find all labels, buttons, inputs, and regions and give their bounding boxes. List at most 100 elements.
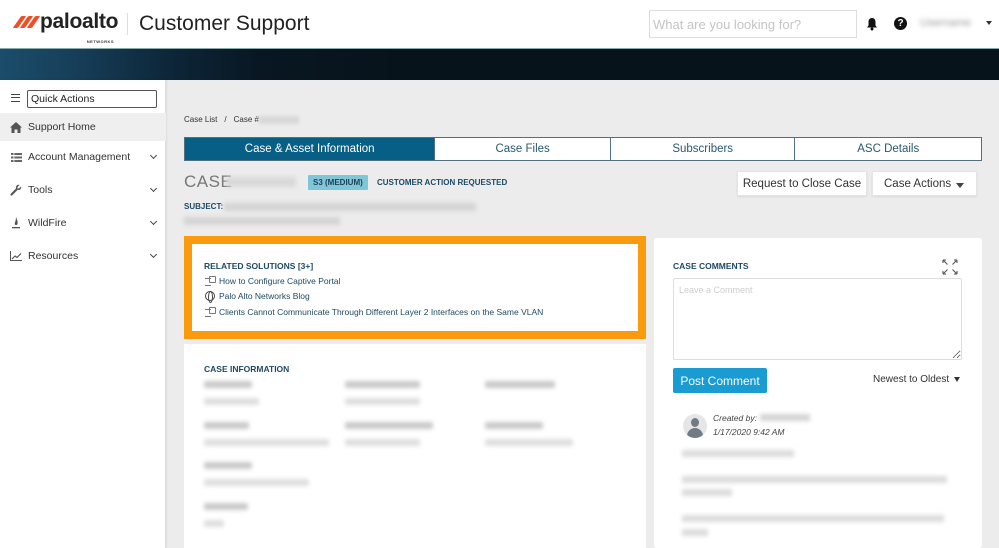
paloalto-logo[interactable]: paloalto NETWORKS [12,10,119,44]
sort-dropdown[interactable]: Newest to Oldest [873,374,961,385]
tab-case-files[interactable]: Case Files [435,138,611,160]
caret-down-icon [954,376,961,382]
top-header: paloalto NETWORKS Customer Support ? Use… [0,0,999,48]
brand-name: paloalto [40,10,119,33]
sidebar-item-wildfire[interactable]: WildFire [0,209,166,237]
severity-badge: S3 (MEDIUM) [308,175,368,190]
sidebar-item-label: Support Home [28,121,96,133]
document-icon [205,307,216,317]
redacted-comment-text [682,515,944,522]
redacted-case-number [226,177,296,187]
document-icon [205,276,216,286]
case-status: CUSTOMER ACTION REQUESTED [377,178,508,187]
globe-icon [205,291,215,303]
breadcrumb-case: Case # [233,115,259,124]
breadcrumb-separator: / [224,115,227,124]
app-title: Customer Support [139,12,310,35]
subject-label: SUBJECT: [184,202,224,211]
sort-label: Newest to Oldest [873,374,950,385]
solution-label: Palo Alto Networks Blog [219,291,310,301]
tab-subscribers[interactable]: Subscribers [611,138,796,160]
hero-banner [0,48,999,80]
wrench-icon [10,184,22,196]
redacted-field-value [204,520,224,527]
redacted-field-label [204,462,252,469]
home-icon [10,121,22,133]
redacted-field-value [204,479,309,486]
logo-mark-icon [12,16,41,28]
expand-icon[interactable] [942,259,958,275]
chevron-down-icon [149,217,158,226]
caret-down-icon [956,183,964,188]
quick-actions-input[interactable] [27,90,157,108]
redacted-author [760,414,810,421]
redacted-subject [224,203,476,211]
post-comment-button[interactable]: Post Comment [673,368,767,393]
chevron-down-icon [149,250,158,259]
redacted-field-label [204,381,252,388]
bell-icon[interactable] [865,17,879,31]
breadcrumb-case-list[interactable]: Case List [184,115,217,124]
avatar [683,414,707,438]
redacted-comment-text [682,489,732,496]
search-input[interactable] [649,10,857,38]
redacted-field-label [345,381,420,388]
sidebar: Support Home Account Management Tools Wi… [0,80,166,548]
case-comments-panel: CASE COMMENTS Post Comment Newest to Old… [654,238,982,548]
solution-link[interactable]: Clients Cannot Communicate Through Diffe… [205,307,543,317]
redacted-comment-text [682,450,794,457]
user-menu[interactable]: Username [920,17,971,29]
redacted-field-value [485,439,573,446]
breadcrumb: Case List / Case # [184,115,299,124]
header-divider [127,13,128,35]
redacted-case-number [258,115,299,124]
help-icon[interactable]: ? [894,17,907,30]
sidebar-item-label: Account Management [28,151,131,163]
case-actions-label: Case Actions [884,177,952,190]
redacted-field-value [204,398,259,405]
sidebar-item-label: Tools [28,184,53,196]
solution-link[interactable]: Palo Alto Networks Blog [205,291,310,303]
quick-actions-row [0,88,166,110]
related-solutions-panel: RELATED SOLUTIONS [3+] How to Configure … [184,236,646,339]
request-close-case-button[interactable]: Request to Close Case [737,171,867,196]
chart-icon [10,250,22,262]
tab-case-asset-information[interactable]: Case & Asset Information [185,138,436,160]
redacted-field-label [345,422,433,429]
sidebar-item-support-home[interactable]: Support Home [0,113,166,141]
case-information-title: CASE INFORMATION [204,364,290,374]
comment-textarea[interactable] [673,278,962,360]
sidebar-item-account-management[interactable]: Account Management [0,143,166,171]
chevron-down-icon [149,151,158,160]
logo-text: paloalto NETWORKS [40,10,119,44]
redacted-field-label [485,381,555,388]
redacted-field-value [204,439,329,446]
comment-date: 1/17/2020 9:42 AM [713,427,785,437]
redacted-field-value [345,439,420,446]
sidebar-item-resources[interactable]: Resources [0,242,166,270]
hamburger-icon[interactable] [11,94,20,102]
sidebar-item-tools[interactable]: Tools [0,176,166,204]
sidebar-item-label: WildFire [28,217,67,229]
list-icon [10,151,22,163]
solution-label: Clients Cannot Communicate Through Diffe… [219,307,544,317]
chevron-down-icon [149,184,158,193]
sidebar-item-label: Resources [28,250,79,262]
case-actions-dropdown[interactable]: Case Actions [872,171,977,196]
page-gutter [982,238,999,548]
redacted-comment-text [682,476,947,483]
redacted-subject [184,217,340,225]
redacted-field-label [204,422,249,429]
fire-icon [10,217,22,229]
case-information-panel: CASE INFORMATION [184,344,646,548]
created-by-label: Created by: [713,413,757,423]
redacted-field-label [485,422,543,429]
user-caret-icon[interactable] [986,21,992,25]
case-comments-title: CASE COMMENTS [673,261,749,271]
solution-link[interactable]: How to Configure Captive Portal [205,276,340,286]
redacted-field-label [204,503,248,510]
tab-asc-details[interactable]: ASC Details [795,138,981,160]
solution-label: How to Configure Captive Portal [219,276,341,286]
related-solutions-title: RELATED SOLUTIONS [3+] [204,261,314,271]
case-tabs: Case & Asset Information Case Files Subs… [184,137,982,161]
